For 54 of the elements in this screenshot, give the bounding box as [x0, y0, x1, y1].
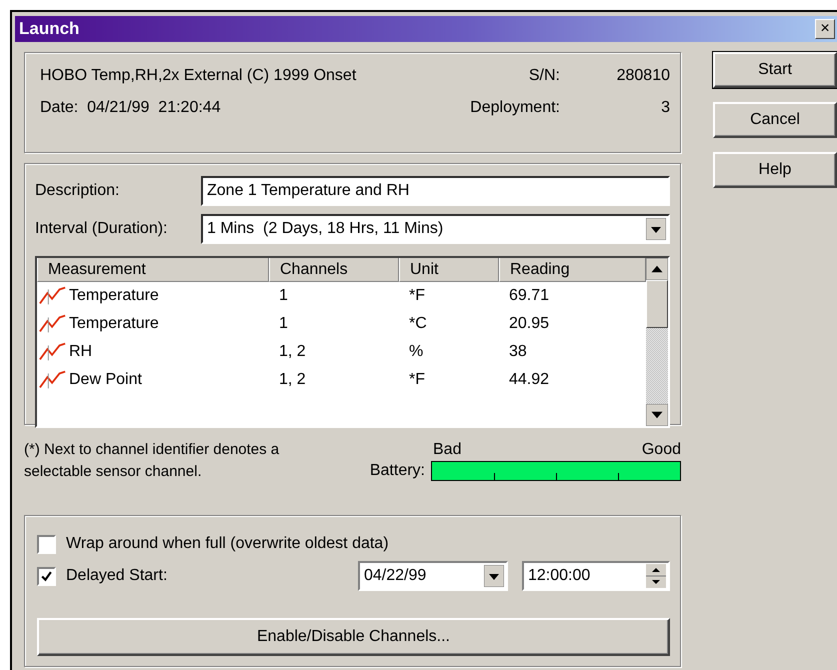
table-cell-text: 1	[278, 315, 289, 333]
table-cell-text: *C	[408, 315, 428, 333]
graph-line-icon	[39, 370, 67, 390]
table-cell-text: 1	[278, 287, 289, 305]
graph-line-icon	[39, 342, 67, 362]
table-cell: Temperature	[69, 315, 159, 333]
interval-dropdown[interactable]: 1 Mins (2 Days, 18 Hrs, 11 Mins)	[201, 214, 670, 244]
option-checkbox[interactable]: Wrap around when full (overwrite oldest data)	[37, 534, 670, 554]
column-header[interactable]: Measurement	[37, 258, 269, 282]
table-cell-text: 20.95	[508, 315, 550, 333]
scroll-up-icon[interactable]	[646, 258, 668, 280]
option-checkbox[interactable]: Delayed Start:	[37, 566, 358, 586]
scroll-bar[interactable]	[646, 258, 668, 426]
scroll-down-icon[interactable]	[646, 404, 668, 426]
table-cell-text: *F	[408, 371, 426, 389]
table-cell-text: 1, 2	[278, 343, 307, 361]
dropdown-arrow-icon[interactable]	[484, 565, 504, 587]
table-cell-text: 44.92	[508, 371, 550, 389]
launch-date: Date: 04/21/99 21:20:44	[40, 99, 222, 117]
serial-label: S/N:	[528, 67, 560, 85]
table-cell: RH	[69, 343, 92, 361]
table-cell-text: %	[408, 343, 424, 361]
dropdown-arrow-icon[interactable]	[646, 218, 666, 240]
dialog-button[interactable]: Start	[713, 52, 837, 88]
graph-line-icon	[39, 314, 67, 334]
table-cell-text: *F	[408, 287, 426, 305]
column-header[interactable]: Channels	[269, 258, 399, 282]
battery-label: Battery:	[368, 462, 425, 480]
deployment-label: Deployment:	[470, 99, 560, 117]
logger-model: HOBO Temp,RH,2x External (C) 1999 Onset	[40, 67, 358, 85]
start-date-dropdown[interactable]: 04/22/99	[358, 561, 508, 591]
window-title: Launch	[18, 19, 80, 39]
description-label: Description:	[35, 182, 120, 200]
dialog-button[interactable]: Help	[713, 152, 837, 188]
deployment-number: 3	[660, 99, 670, 117]
table-cell: Dew Point	[69, 371, 142, 389]
start-time-field[interactable]: 12:00:00	[522, 561, 670, 591]
enable-disable-channels-button[interactable]: Enable/Disable Channels...	[37, 618, 670, 656]
table-cell-text: 1, 2	[278, 371, 307, 389]
column-header[interactable]: Unit	[399, 258, 499, 282]
serial-number: 280810	[616, 67, 670, 85]
channel-note: (*) Next to channel identifier denotes a selectable sensor channel.	[24, 440, 280, 482]
table-cell-text: 69.71	[508, 287, 550, 305]
table-cell-text: 38	[508, 343, 528, 361]
spinner-icon[interactable]	[646, 564, 666, 588]
interval-label: Interval (Duration):	[35, 220, 168, 238]
dialog-button[interactable]: Cancel	[713, 102, 837, 138]
battery-high-label: Good	[642, 440, 681, 460]
close-button[interactable]: ×	[815, 19, 835, 39]
table-cell: Temperature	[69, 287, 159, 305]
description-field[interactable]: Zone 1 Temperature and RH	[201, 176, 670, 206]
graph-line-icon	[39, 286, 67, 306]
battery-low-label: Bad	[433, 440, 462, 460]
checkmark-icon	[40, 570, 53, 582]
